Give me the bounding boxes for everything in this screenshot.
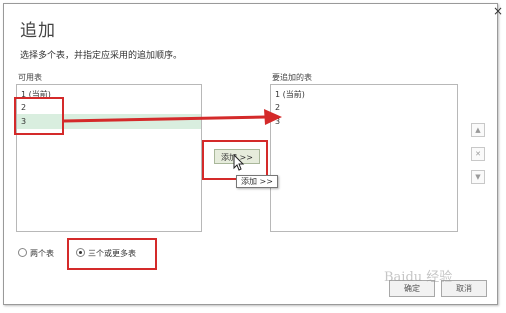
remove-button[interactable]: ✕ <box>471 147 485 161</box>
move-down-icon: ▼ <box>475 173 481 181</box>
available-item-2[interactable]: 2 <box>21 101 26 114</box>
mouse-cursor-icon <box>233 154 245 171</box>
remove-icon: ✕ <box>475 150 481 158</box>
annotation-arrow-icon <box>63 109 282 125</box>
radio-three-or-more-circle[interactable] <box>76 248 85 257</box>
radio-three-or-more-label: 三个或更多表 <box>88 249 136 258</box>
radio-three-or-more[interactable]: 三个或更多表 <box>76 248 136 260</box>
move-up-icon: ▲ <box>475 126 481 134</box>
tables-to-append-list[interactable]: 1 (当前) 2 3 <box>270 84 458 232</box>
append-dialog: × 追加 选择多个表，并指定应采用的追加顺序。 可用表 1 (当前) 2 3 要… <box>3 3 503 305</box>
radio-two-tables[interactable]: 两个表 <box>18 248 54 260</box>
ok-button[interactable]: 确定 <box>389 280 435 297</box>
dialog-title: 追加 <box>20 21 56 41</box>
radio-two-tables-circle[interactable] <box>18 248 27 257</box>
dialog-subtitle: 选择多个表，并指定应采用的追加顺序。 <box>20 51 183 61</box>
available-tables-label: 可用表 <box>18 73 42 82</box>
tables-to-append-label: 要追加的表 <box>272 73 312 82</box>
add-button-tooltip: 添加 >> <box>236 175 278 188</box>
cancel-button[interactable]: 取消 <box>441 280 487 297</box>
screen: × 追加 选择多个表，并指定应采用的追加顺序。 可用表 1 (当前) 2 3 要… <box>0 0 506 313</box>
available-item-1[interactable]: 1 (当前) <box>21 88 51 101</box>
close-icon[interactable]: × <box>490 4 506 18</box>
available-item-3[interactable]: 3 <box>21 115 26 128</box>
radio-two-tables-label: 两个表 <box>30 249 54 258</box>
move-down-button[interactable]: ▼ <box>471 170 485 184</box>
append-item-1[interactable]: 1 (当前) <box>275 88 305 101</box>
move-up-button[interactable]: ▲ <box>471 123 485 137</box>
